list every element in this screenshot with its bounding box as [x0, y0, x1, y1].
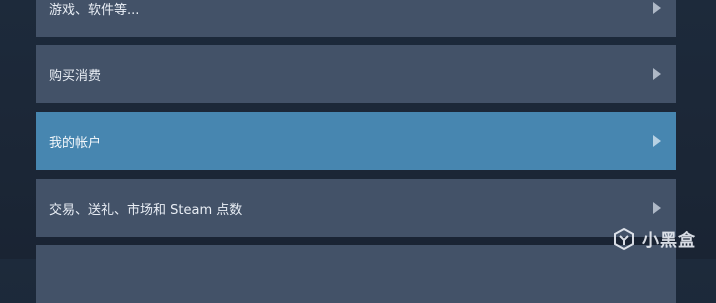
- menu-item-label: 游戏、软件等...: [49, 2, 140, 18]
- chevron-right-icon: [653, 135, 661, 147]
- menu-item-next[interactable]: [36, 245, 676, 303]
- watermark: 小黑盒: [612, 226, 696, 251]
- chevron-right-icon: [653, 2, 661, 14]
- menu-item-label: 购买消费: [49, 68, 102, 84]
- watermark-text: 小黑盒: [642, 231, 696, 251]
- menu-item-games-software[interactable]: 游戏、软件等...: [36, 0, 676, 37]
- xiaoheihe-logo-icon: [614, 227, 634, 250]
- menu-item-label: 我的帐户: [49, 135, 102, 151]
- menu-item-my-account[interactable]: 我的帐户: [36, 112, 676, 170]
- menu-item-trading-gifting-market[interactable]: 交易、送礼、市场和 Steam 点数: [36, 179, 676, 237]
- chevron-right-icon: [653, 202, 661, 214]
- menu-item-label: 交易、送礼、市场和 Steam 点数: [49, 202, 243, 218]
- menu-item-purchases[interactable]: 购买消费: [36, 45, 676, 103]
- chevron-right-icon: [653, 68, 661, 80]
